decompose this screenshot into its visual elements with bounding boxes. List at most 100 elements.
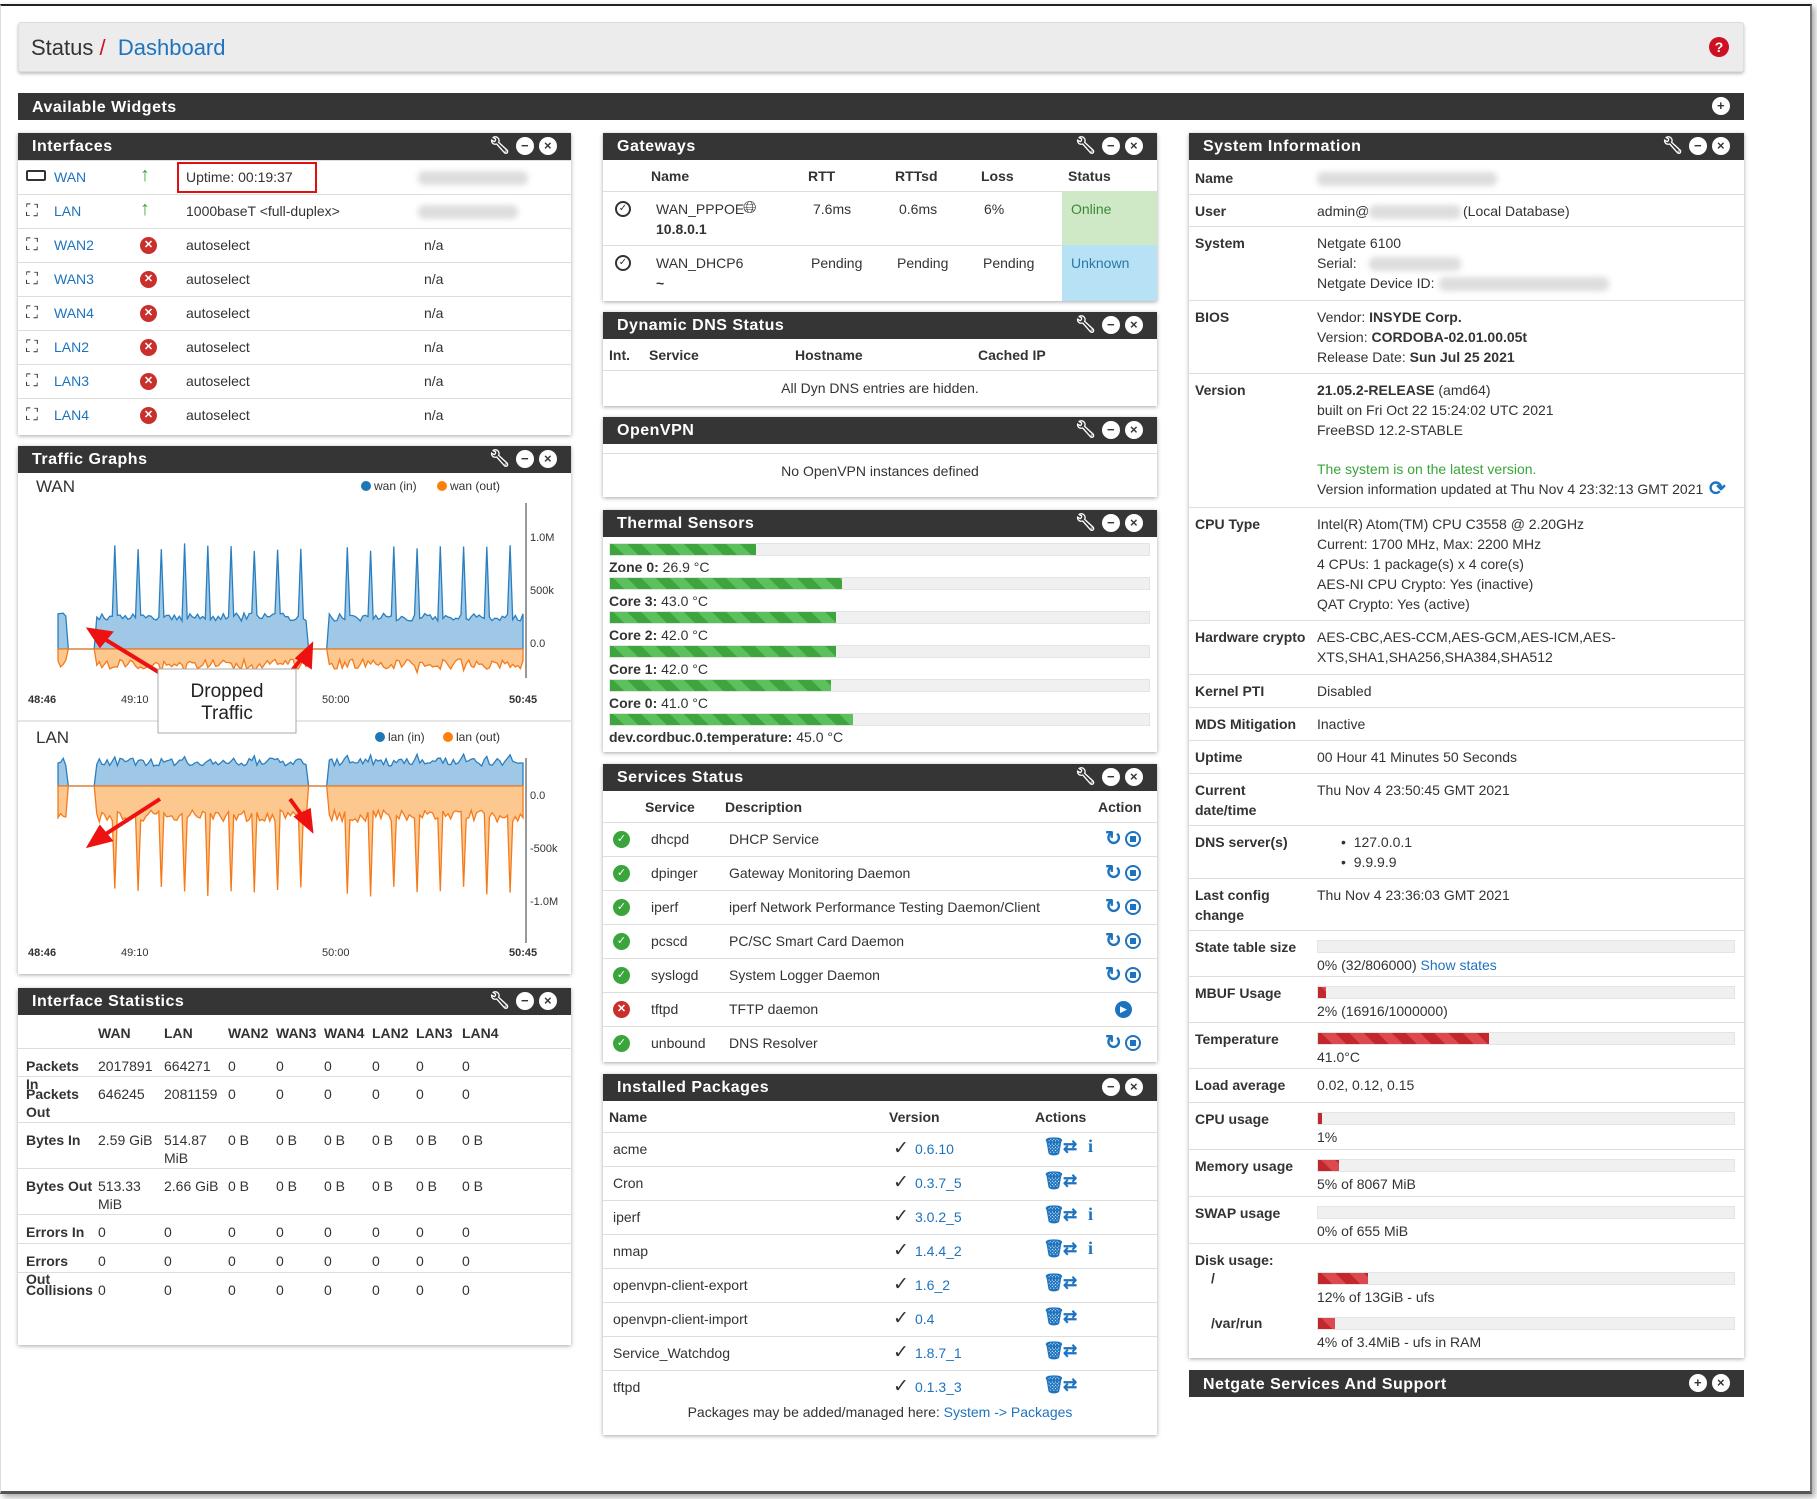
wrench-icon[interactable]: 🔧︎	[1075, 421, 1097, 439]
close-icon[interactable]: ×	[1712, 137, 1730, 155]
reinstall-icon[interactable]: ⇄	[1063, 1375, 1077, 1395]
trash-icon[interactable]: 🗑︎	[1043, 1137, 1065, 1157]
restart-service-icon[interactable]: ↻	[1105, 894, 1122, 919]
package-version[interactable]: 1.6_2	[915, 1277, 950, 1293]
info-icon[interactable]: i	[1088, 1238, 1093, 1259]
wrench-icon[interactable]: 🔧︎	[489, 137, 511, 155]
package-version[interactable]: 0.4	[915, 1311, 934, 1327]
sysinfo-swap-label: SWAP usage	[1195, 1205, 1281, 1221]
close-icon[interactable]: ×	[539, 137, 557, 155]
wrench-icon[interactable]: 🔧︎	[1075, 137, 1097, 155]
trash-icon[interactable]: 🗑︎	[1043, 1375, 1065, 1395]
close-icon[interactable]: ×	[1125, 768, 1143, 786]
minimize-icon[interactable]: −	[516, 450, 534, 468]
add-icon[interactable]: +	[1689, 1374, 1707, 1392]
trash-icon[interactable]: 🗑︎	[1043, 1239, 1065, 1259]
close-icon[interactable]: ×	[539, 992, 557, 1010]
restart-service-icon[interactable]: ↻	[1105, 928, 1122, 953]
reinstall-icon[interactable]: ⇄	[1063, 1341, 1077, 1361]
interface-link[interactable]: WAN2	[54, 237, 94, 253]
interface-link[interactable]: WAN3	[54, 271, 94, 287]
restart-service-icon[interactable]: ↻	[1105, 962, 1122, 987]
stop-service-icon[interactable]	[1125, 1035, 1141, 1051]
reinstall-icon[interactable]: ⇄	[1063, 1273, 1077, 1293]
minimize-icon[interactable]: −	[1102, 768, 1120, 786]
reinstall-icon[interactable]: ⇄	[1063, 1171, 1077, 1191]
trash-icon[interactable]: 🗑︎	[1043, 1171, 1065, 1191]
help-icon[interactable]: ?	[1709, 37, 1729, 57]
sysinfo-disk-label: Disk usage:	[1195, 1252, 1274, 1268]
gateway-address: ~	[656, 275, 665, 291]
close-icon[interactable]: ×	[1125, 421, 1143, 439]
interface-address: n/a	[424, 237, 444, 253]
reinstall-icon[interactable]: ⇄	[1063, 1205, 1077, 1225]
minimize-icon[interactable]: −	[1689, 137, 1707, 155]
stop-service-icon[interactable]	[1125, 967, 1141, 983]
minimize-icon[interactable]: −	[1102, 1078, 1120, 1096]
breadcrumb-dashboard-link[interactable]: Dashboard	[118, 35, 226, 60]
system-packages-link[interactable]: System -> Packages	[944, 1404, 1073, 1420]
close-icon[interactable]: ×	[1125, 316, 1143, 334]
interface-link[interactable]: WAN	[54, 169, 86, 185]
minimize-icon[interactable]: −	[1102, 421, 1120, 439]
interface-link[interactable]: LAN3	[54, 373, 89, 389]
package-version[interactable]: 0.6.10	[915, 1141, 954, 1157]
wrench-icon[interactable]: 🔧︎	[489, 992, 511, 1010]
stop-service-icon[interactable]	[1125, 831, 1141, 847]
wrench-icon[interactable]: 🔧︎	[1075, 768, 1097, 786]
interface-link[interactable]: LAN4	[54, 407, 89, 423]
gateway-name: WAN_DHCP6	[656, 255, 744, 271]
stats-cell: 0	[324, 1282, 332, 1298]
sysinfo-load-label: Load average	[1195, 1077, 1286, 1093]
package-version[interactable]: 3.0.2_5	[915, 1209, 962, 1225]
trash-icon[interactable]: 🗑︎	[1043, 1341, 1065, 1361]
package-version[interactable]: 1.4.4_2	[915, 1243, 962, 1259]
stats-column-header: WAN	[98, 1025, 131, 1041]
restart-service-icon[interactable]: ↻	[1105, 860, 1122, 885]
close-icon[interactable]: ×	[1125, 514, 1143, 532]
disk-var-bar	[1317, 1317, 1735, 1330]
wrench-icon[interactable]: 🔧︎	[1075, 514, 1097, 532]
trash-icon[interactable]: 🗑︎	[1043, 1273, 1065, 1293]
available-widgets-bar[interactable]: Available Widgets +	[18, 93, 1744, 120]
service-name: iperf	[651, 899, 679, 915]
stop-service-icon[interactable]	[1125, 899, 1141, 915]
minimize-icon[interactable]: −	[1102, 514, 1120, 532]
restart-service-icon[interactable]: ↻	[1105, 1030, 1122, 1055]
restart-service-icon[interactable]: ↻	[1105, 826, 1122, 851]
minimize-icon[interactable]: −	[516, 992, 534, 1010]
wrench-icon[interactable]: 🔧︎	[1075, 316, 1097, 334]
interface-link[interactable]: LAN	[54, 203, 81, 219]
package-version[interactable]: 0.3.7_5	[915, 1175, 962, 1191]
trash-icon[interactable]: 🗑︎	[1043, 1205, 1065, 1225]
stats-cell: 0	[324, 1253, 332, 1269]
package-version[interactable]: 1.8.7_1	[915, 1345, 962, 1361]
reinstall-icon[interactable]: ⇄	[1063, 1307, 1077, 1327]
close-icon[interactable]: ×	[1125, 1078, 1143, 1096]
stop-service-icon[interactable]	[1125, 865, 1141, 881]
wrench-icon[interactable]: 🔧︎	[1662, 137, 1684, 155]
info-icon[interactable]: i	[1088, 1204, 1093, 1225]
trash-icon[interactable]: 🗑︎	[1043, 1307, 1065, 1327]
start-service-icon[interactable]: ▶	[1115, 1001, 1132, 1018]
wan-x-tick: 50:45	[509, 694, 537, 706]
reinstall-icon[interactable]: ⇄	[1063, 1137, 1077, 1157]
minimize-icon[interactable]: −	[1102, 316, 1120, 334]
reinstall-icon[interactable]: ⇄	[1063, 1239, 1077, 1259]
close-icon[interactable]: ×	[1712, 1374, 1730, 1392]
minimize-icon[interactable]: −	[516, 137, 534, 155]
add-widget-icon[interactable]: +	[1712, 97, 1730, 115]
info-icon[interactable]: i	[1088, 1136, 1093, 1157]
show-states-link[interactable]: Show states	[1421, 957, 1497, 973]
interface-link[interactable]: WAN4	[54, 305, 94, 321]
package-version[interactable]: 0.1.3_3	[915, 1379, 962, 1395]
refresh-icon[interactable]: ⟳	[1709, 476, 1726, 501]
sysinfo-user-prefix: admin@	[1317, 203, 1370, 219]
stop-service-icon[interactable]	[1125, 933, 1141, 949]
wrench-icon[interactable]: 🔧︎	[489, 450, 511, 468]
close-icon[interactable]: ×	[539, 450, 557, 468]
minimize-icon[interactable]: −	[1102, 137, 1120, 155]
interface-link[interactable]: LAN2	[54, 339, 89, 355]
close-icon[interactable]: ×	[1125, 137, 1143, 155]
version-number: 21.05.2-RELEASE	[1317, 382, 1435, 398]
